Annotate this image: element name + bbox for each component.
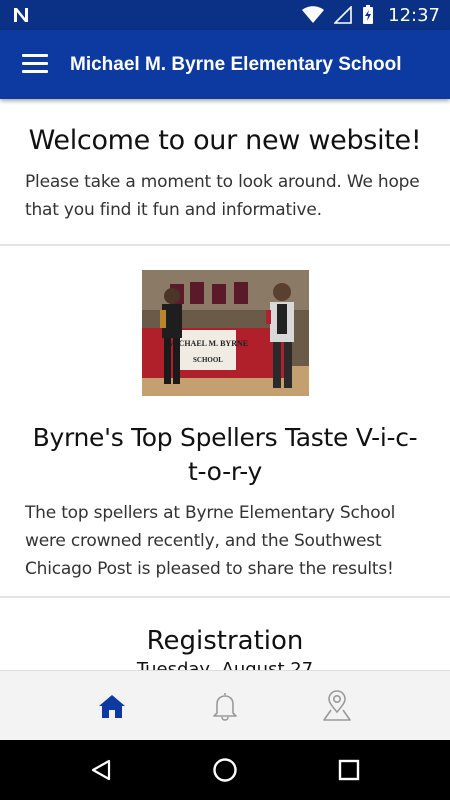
hamburger-menu-icon[interactable] <box>22 54 48 76</box>
battery-charging-icon <box>363 5 374 24</box>
home-icon <box>99 695 125 718</box>
status-time: 12:37 <box>388 4 440 26</box>
bell-icon <box>213 693 237 721</box>
main-content[interactable]: Welcome to our new website! Please take … <box>0 99 450 670</box>
app-bar: Michael M. Byrne Elementary School <box>0 30 450 99</box>
recents-icon <box>338 759 360 781</box>
tab-notifications[interactable] <box>195 671 255 741</box>
tab-home[interactable] <box>82 671 142 741</box>
tab-location[interactable] <box>307 671 367 741</box>
home-circle-icon <box>213 758 237 782</box>
news-card[interactable]: MICHAEL M. BYRNE SCHOOL Byrne's Top Spel… <box>0 246 450 598</box>
news-photo[interactable]: MICHAEL M. BYRNE SCHOOL <box>141 270 309 396</box>
signal-icon <box>334 6 352 24</box>
welcome-heading: Welcome to our new website! <box>28 125 422 156</box>
registration-heading[interactable]: Registration <box>25 624 425 658</box>
system-nav-bar <box>0 740 450 800</box>
app-title: Michael M. Byrne Elementary School <box>70 54 402 75</box>
home-button[interactable] <box>210 755 240 785</box>
news-body: The top spellers at Byrne Elementary Sch… <box>25 503 396 579</box>
bottom-nav <box>0 670 450 740</box>
status-icons: 12:37 <box>302 0 440 30</box>
welcome-body: Please take a moment to look around. We … <box>25 172 420 220</box>
back-button[interactable] <box>86 755 116 785</box>
wifi-icon <box>302 6 325 23</box>
location-pin-icon <box>323 690 351 721</box>
status-bar: 12:37 <box>0 0 450 30</box>
welcome-section: Welcome to our new website! Please take … <box>0 99 450 246</box>
registration-card[interactable]: Registration Tuesday, August 27 <box>0 598 450 670</box>
n-logo-icon <box>14 8 28 22</box>
banner-text-line2: SCHOOL <box>193 356 223 364</box>
back-icon <box>91 759 111 781</box>
registration-date: Tuesday, August 27 <box>136 659 314 670</box>
recents-button[interactable] <box>334 755 364 785</box>
news-heading[interactable]: Byrne's Top Spellers Taste V-i-c-t-o-r-y <box>25 421 425 489</box>
